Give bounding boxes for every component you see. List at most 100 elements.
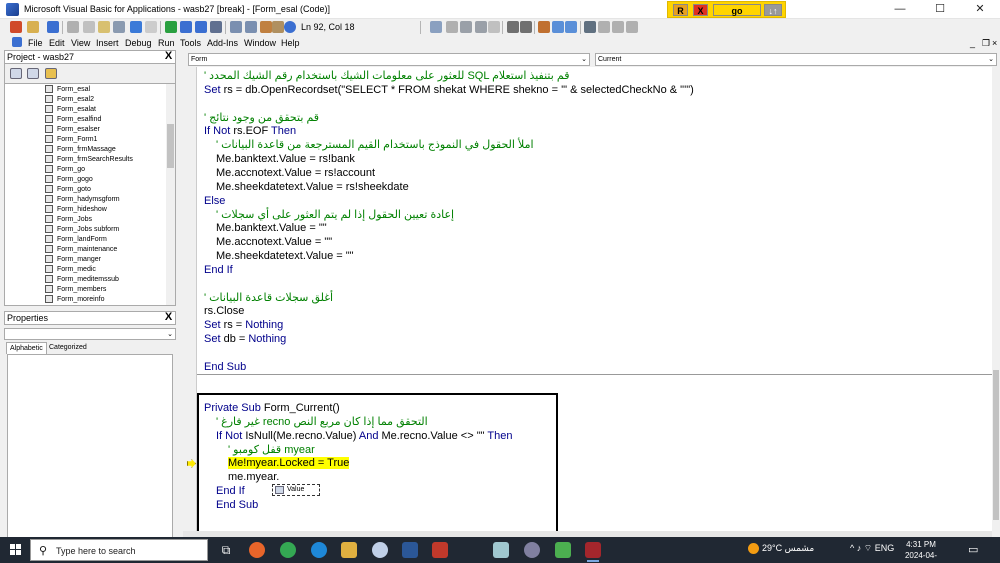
code-line[interactable]: Set rs = Nothing <box>204 319 283 332</box>
access-view-icon[interactable] <box>10 21 22 33</box>
undo-icon[interactable] <box>130 21 142 33</box>
copy-icon[interactable] <box>83 21 95 33</box>
tab-alphabetic[interactable]: Alphabetic <box>6 342 47 354</box>
tree-item[interactable]: Form_esalser <box>45 125 100 135</box>
find-icon[interactable] <box>113 21 125 33</box>
code-line[interactable]: Me.sheekdatetext.Value = rs!sheekdate <box>216 181 409 194</box>
tab-categorized[interactable]: Categorized <box>46 342 90 354</box>
object-combo[interactable]: Form ⌄ <box>188 53 590 66</box>
tree-item[interactable]: Form_go <box>45 165 85 175</box>
menu-view[interactable]: View <box>71 37 90 49</box>
step-into-icon[interactable] <box>598 21 610 33</box>
comment-block-icon[interactable] <box>507 21 519 33</box>
break-icon[interactable] <box>180 21 192 33</box>
code-scroll-thumb[interactable] <box>993 370 999 520</box>
indent-icon[interactable] <box>430 21 442 33</box>
code-line[interactable]: End Sub <box>204 361 246 374</box>
design-mode-icon[interactable] <box>210 21 222 33</box>
child-restore-button[interactable]: ❐ <box>982 37 990 49</box>
prev-bookmark-icon[interactable] <box>565 21 577 33</box>
volume-icon[interactable]: ♪ <box>857 543 862 553</box>
tree-item[interactable]: Form_frmSearchResults <box>45 155 133 165</box>
tree-item[interactable]: Form_esalat <box>45 105 96 115</box>
code-line[interactable]: If Not rs.EOF Then <box>204 125 296 138</box>
tree-item[interactable]: Form_moreinfo <box>45 295 104 305</box>
tree-item[interactable]: Form_gogo <box>45 175 93 185</box>
outdent-icon[interactable] <box>446 21 458 33</box>
tree-item[interactable]: Form_meditemssub <box>45 275 119 285</box>
code-line[interactable]: Me.accnotext.Value = rs!account <box>216 167 375 180</box>
quick-info-icon[interactable] <box>488 21 500 33</box>
help-icon[interactable] <box>284 21 296 33</box>
tree-item[interactable]: Form_maintenance <box>45 245 117 255</box>
code-line[interactable]: ' إعادة تعيين الحقول إذا لم يتم العثور ع… <box>216 209 454 222</box>
toggle-breakpoint-icon[interactable] <box>584 21 596 33</box>
menu-file[interactable]: File <box>28 37 43 49</box>
tree-item[interactable]: Form_esal <box>45 85 90 95</box>
insert-module-icon[interactable] <box>27 21 39 33</box>
object-browser-icon[interactable] <box>260 21 272 33</box>
updown-button[interactable]: ↓↑ <box>764 4 782 16</box>
tree-item[interactable]: Form_hadymsgform <box>45 195 120 205</box>
language-indicator[interactable]: ENG <box>875 543 895 553</box>
procedure-combo[interactable]: Current ⌄ <box>595 53 997 66</box>
menu-add-ins[interactable]: Add-Ins <box>207 37 238 49</box>
system-tray[interactable]: ^ ♪ ⌔ ENG <box>850 543 894 554</box>
reset-icon[interactable] <box>195 21 207 33</box>
filezilla-icon[interactable] <box>432 542 448 558</box>
file-explorer-icon[interactable] <box>341 542 357 558</box>
uncomment-block-icon[interactable] <box>520 21 532 33</box>
menu-edit[interactable]: Edit <box>49 37 65 49</box>
close-button[interactable]: ✕ <box>960 0 1000 19</box>
code-line[interactable]: Me.banktext.Value = "" <box>216 222 327 235</box>
code-line[interactable]: Me.banktext.Value = rs!bank <box>216 153 355 166</box>
tree-item[interactable]: Form_Form1 <box>45 135 97 145</box>
menu-help[interactable]: Help <box>281 37 300 49</box>
tree-item[interactable]: Form_manger <box>45 255 101 265</box>
windows-start-icon[interactable] <box>10 544 22 556</box>
x-button[interactable]: X <box>693 4 708 16</box>
toolbox-icon[interactable] <box>272 21 284 33</box>
maximize-button[interactable]: ☐ <box>920 0 960 19</box>
tree-item[interactable]: Form_goto <box>45 185 91 195</box>
chevron-up-icon[interactable]: ^ <box>850 543 854 553</box>
access-icon[interactable] <box>585 542 601 558</box>
autocomplete-item[interactable]: Value <box>287 486 304 493</box>
tree-item[interactable]: Form_hideshow <box>45 205 107 215</box>
list-constants-icon[interactable] <box>475 21 487 33</box>
project-explorer-icon[interactable] <box>230 21 242 33</box>
edge-icon[interactable] <box>311 542 327 558</box>
paste-icon[interactable] <box>98 21 110 33</box>
code-line[interactable]: rs.Close <box>204 305 244 318</box>
firefox-icon[interactable] <box>249 542 265 558</box>
tree-item[interactable]: Form_esal2 <box>45 95 94 105</box>
code-line[interactable]: Set db = Nothing <box>204 333 286 346</box>
code-line[interactable]: Else <box>204 195 225 208</box>
network-icon[interactable]: ⌔ <box>864 543 872 553</box>
view-object-icon[interactable] <box>27 68 39 79</box>
toggle-bookmark-icon[interactable] <box>538 21 550 33</box>
taskbar-search-box[interactable]: ⚲ Type here to search <box>30 539 208 561</box>
menu-window[interactable]: Window <box>244 37 276 49</box>
word-icon[interactable] <box>402 542 418 558</box>
minimize-button[interactable]: — <box>880 0 920 19</box>
app-icon[interactable] <box>493 542 509 558</box>
tree-item[interactable]: Form_medic <box>45 265 96 275</box>
tree-item[interactable]: Form_frmMassage <box>45 145 116 155</box>
properties-window-icon[interactable] <box>245 21 257 33</box>
paint-icon[interactable] <box>372 542 388 558</box>
cut-icon[interactable] <box>67 21 79 33</box>
project-tree-scrollbar[interactable] <box>166 84 175 305</box>
child-minimize-button[interactable]: _ <box>970 37 975 49</box>
menu-debug[interactable]: Debug <box>125 37 152 49</box>
next-bookmark-icon[interactable] <box>552 21 564 33</box>
list-properties-icon[interactable] <box>460 21 472 33</box>
task-view-icon[interactable]: ⧉ <box>218 542 234 558</box>
project-close-button[interactable]: X <box>163 51 174 63</box>
code-line[interactable]: Me.sheekdatetext.Value = "" <box>216 250 354 263</box>
excel-icon[interactable] <box>555 542 571 558</box>
vba-menu-icon[interactable] <box>12 37 22 47</box>
tree-item[interactable]: Form_landForm <box>45 235 107 245</box>
view-code-icon[interactable] <box>10 68 22 79</box>
tree-item[interactable]: Form_members <box>45 285 106 295</box>
